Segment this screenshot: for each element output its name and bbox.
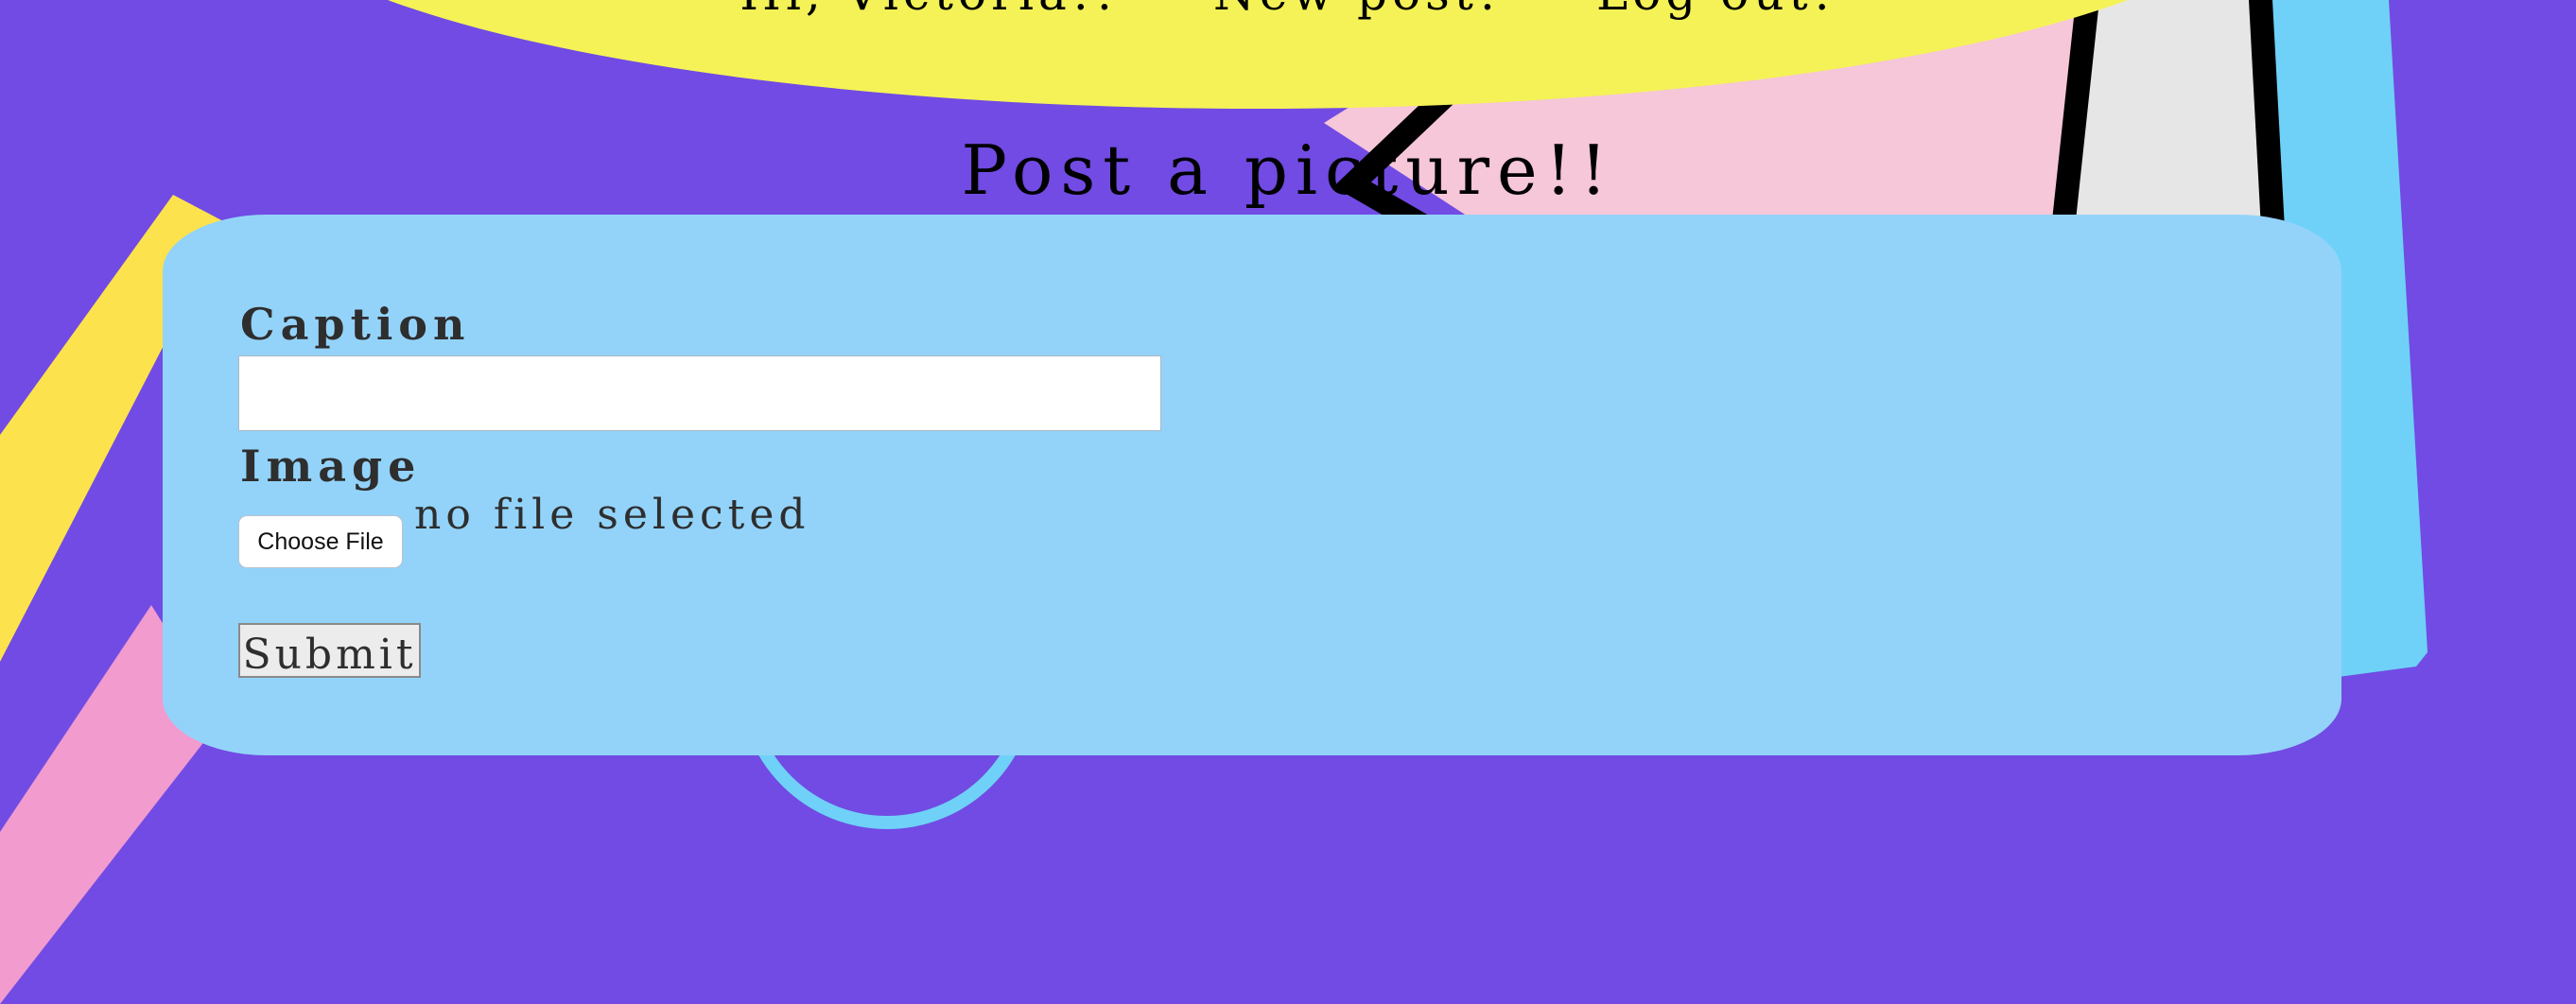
page-title: Post a picture!! <box>961 130 1615 210</box>
logout-link[interactable]: Log out! <box>1596 0 1836 21</box>
image-label: Image <box>240 441 422 492</box>
greeting-text: Hi, Victoria!! <box>740 0 1119 21</box>
post-form: Caption Image Choose File no file select… <box>163 215 2341 755</box>
choose-file-button[interactable]: Choose File <box>238 515 403 568</box>
file-status-text: no file selected <box>414 491 810 539</box>
new-post-link[interactable]: New post! <box>1213 0 1502 21</box>
caption-label: Caption <box>240 299 471 350</box>
submit-button[interactable]: Submit <box>238 623 421 679</box>
caption-input[interactable] <box>238 355 1161 431</box>
